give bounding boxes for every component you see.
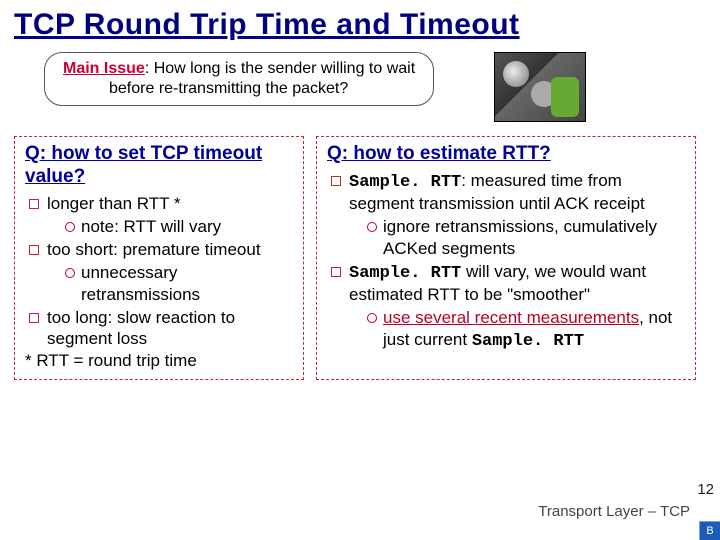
main-issue-text1: How long is the sender willing to wait xyxy=(154,60,415,77)
left-item-2: too short: premature timeout unnecessary… xyxy=(29,239,293,305)
right-item-2-sub1: use several recent measurements, not jus… xyxy=(367,307,685,352)
corner-badge: B xyxy=(699,521,720,540)
left-box: Q: how to set TCP timeout value? longer … xyxy=(14,136,304,380)
main-issue-text2: before re-transmitting the packet? xyxy=(63,80,348,97)
right-item-2-sub1-emph: use several recent measurements xyxy=(383,308,639,327)
right-list: Sample. RTT: measured time from segment … xyxy=(327,170,685,352)
left-item-3: too long: slow reaction to segment loss xyxy=(29,307,293,350)
left-question: Q: how to set TCP timeout value? xyxy=(25,143,293,189)
left-item-1-text: longer than RTT * xyxy=(47,194,181,213)
left-item-1: longer than RTT * note: RTT will vary xyxy=(29,193,293,238)
right-item-2-term: Sample. RTT xyxy=(349,264,461,283)
right-item-2: Sample. RTT will vary, we would want est… xyxy=(331,261,685,352)
page-number: 12 xyxy=(697,481,714,498)
content-columns: Q: how to set TCP timeout value? longer … xyxy=(14,136,706,380)
left-footnote: * RTT = round trip time xyxy=(25,351,293,371)
main-issue-label: Main Issue xyxy=(63,60,145,77)
footer-text: Transport Layer – TCP xyxy=(538,503,690,520)
clipart-image xyxy=(494,52,586,122)
right-box: Q: how to estimate RTT? Sample. RTT: mea… xyxy=(316,136,696,380)
right-item-1: Sample. RTT: measured time from segment … xyxy=(331,170,685,259)
main-issue-sep: : xyxy=(145,60,154,77)
left-item-2-text: too short: premature timeout xyxy=(47,240,261,259)
left-item-1-sub1: note: RTT will vary xyxy=(65,216,293,237)
issue-row: Main Issue: How long is the sender willi… xyxy=(44,52,706,122)
main-issue-callout: Main Issue: How long is the sender willi… xyxy=(44,52,434,106)
right-item-2-sub1-term: Sample. RTT xyxy=(472,332,584,351)
right-item-1-term: Sample. RTT xyxy=(349,173,461,192)
right-item-1-sub1: ignore retransmissions, cumulatively ACK… xyxy=(367,216,685,259)
left-list: longer than RTT * note: RTT will vary to… xyxy=(25,193,293,350)
slide-title: TCP Round Trip Time and Timeout xyxy=(14,8,706,42)
right-question: Q: how to estimate RTT? xyxy=(327,143,685,166)
left-item-2-sub1: unnecessary retransmissions xyxy=(65,262,293,305)
slide: TCP Round Trip Time and Timeout Main Iss… xyxy=(0,0,720,540)
